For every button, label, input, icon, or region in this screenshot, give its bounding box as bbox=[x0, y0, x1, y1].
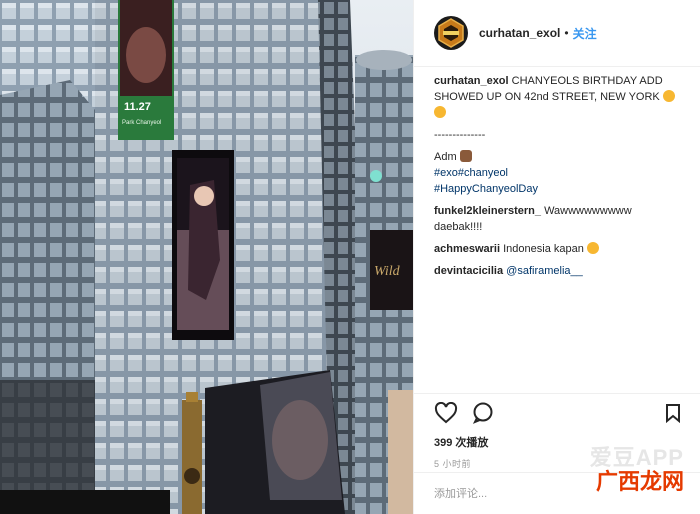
exo-logo-icon bbox=[438, 18, 464, 48]
watermark: 爱豆APP 广西龙网 bbox=[564, 440, 684, 500]
post-sidebar: curhatan_exol • 关注 curhatan_exol CHANYEO… bbox=[413, 0, 700, 514]
heart-icon[interactable] bbox=[434, 401, 458, 429]
hashtags-line2[interactable]: #HappyChanyeolDay bbox=[434, 181, 680, 197]
bookmark-icon[interactable] bbox=[665, 403, 681, 428]
comment-item: funkel2kleinerstern_ Wawwwwwwwww daebak!… bbox=[434, 203, 680, 235]
caption-text-line2: SHOWED UP ON 42nd STREET, NEW YORK bbox=[434, 89, 680, 105]
caption-adm: Adm bbox=[434, 149, 680, 165]
instagram-post-view: Wild 11.27 Park Chanyeol curhatan_exol •… bbox=[0, 0, 700, 514]
times-square-photo: Wild 11.27 Park Chanyeol bbox=[0, 0, 413, 514]
post-header: curhatan_exol • 关注 bbox=[414, 0, 700, 67]
comment-text: Indonesia kapan bbox=[503, 243, 584, 255]
hashtags-line1[interactable]: #exo#chanyeol bbox=[434, 165, 680, 181]
heart-eyes-emoji-icon bbox=[434, 106, 446, 118]
caption-username[interactable]: curhatan_exol bbox=[434, 75, 509, 87]
caption-emoji-line bbox=[434, 105, 680, 121]
comment-icon[interactable] bbox=[472, 402, 494, 429]
comment-username[interactable]: devintacicilia bbox=[434, 265, 503, 277]
crying-emoji-icon bbox=[586, 242, 599, 254]
svg-text:Wild: Wild bbox=[374, 264, 401, 279]
bear-emoji-icon bbox=[459, 150, 472, 162]
comment-item: achmeswarii Indonesia kapan bbox=[434, 241, 680, 257]
follow-button[interactable]: 关注 bbox=[573, 25, 597, 42]
billboard-date: 11.27 bbox=[124, 101, 151, 113]
caption-separator: -------------- bbox=[434, 129, 486, 141]
billboard-name: Park Chanyeol bbox=[122, 120, 161, 126]
separator-dot: • bbox=[564, 26, 569, 40]
caption: curhatan_exol CHANYEOLS BIRTHDAY ADD SHO… bbox=[434, 73, 680, 197]
action-icons bbox=[434, 401, 681, 429]
comment-item: devintacicilia @safiramelia__ bbox=[434, 263, 680, 279]
comments-section: curhatan_exol CHANYEOLS BIRTHDAY ADD SHO… bbox=[414, 67, 700, 279]
caption-text-line1: CHANYEOLS BIRTHDAY ADD bbox=[511, 75, 663, 87]
comment-username[interactable]: funkel2kleinerstern_ bbox=[434, 205, 541, 217]
comment-text-continued: daebak!!!! bbox=[434, 221, 483, 233]
comment-text: Wawwwwwwwww bbox=[544, 205, 632, 217]
heart-eyes-emoji-icon bbox=[662, 90, 675, 102]
watermark-line2: 广西龙网 bbox=[595, 469, 684, 494]
avatar[interactable] bbox=[434, 16, 468, 50]
comment-mention[interactable]: @safiramelia__ bbox=[506, 265, 583, 277]
comment-username[interactable]: achmeswarii bbox=[434, 243, 500, 255]
username[interactable]: curhatan_exol bbox=[479, 26, 560, 40]
post-video[interactable]: Wild 11.27 Park Chanyeol bbox=[0, 0, 413, 514]
